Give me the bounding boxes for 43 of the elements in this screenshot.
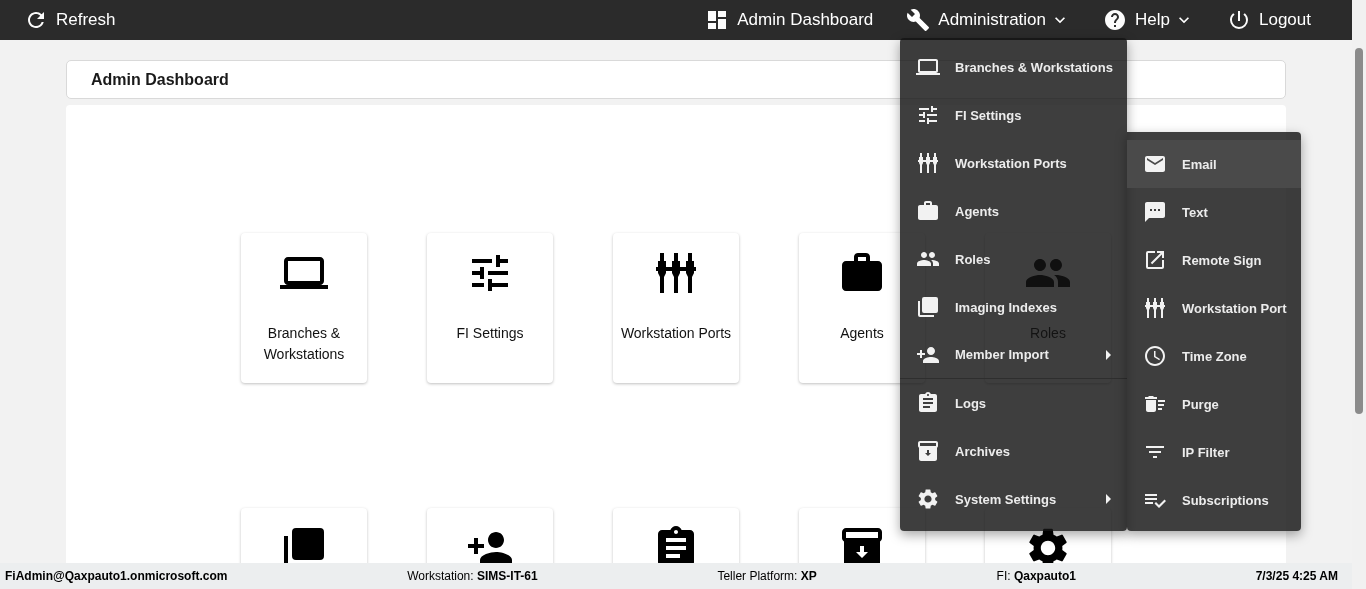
briefcase-icon bbox=[916, 199, 940, 223]
plugs-icon bbox=[1143, 296, 1167, 320]
submenu-arrow-icon bbox=[1106, 349, 1111, 360]
menu-item[interactable]: Workstation Port bbox=[1127, 284, 1301, 332]
menu-item[interactable]: Workstation Ports bbox=[900, 139, 1127, 187]
menu-item[interactable]: Purge bbox=[1127, 380, 1301, 428]
menu-item[interactable]: Branches & Workstations bbox=[900, 43, 1127, 91]
clock-icon bbox=[1143, 344, 1167, 368]
user-email: FiAdmin@Qaxpauto1.onmicrosoft.com bbox=[5, 569, 228, 583]
menu-item[interactable]: FI Settings bbox=[900, 91, 1127, 139]
nav-button[interactable]: Admin Dashboard bbox=[705, 0, 874, 40]
status-field: FI: Qaxpauto1 bbox=[996, 569, 1076, 583]
date-time: 7/3/25 4:25 AM bbox=[1255, 569, 1338, 583]
plugs-icon bbox=[916, 151, 940, 175]
menu-item[interactable]: Agents bbox=[900, 187, 1127, 235]
menu-item[interactable]: Archives bbox=[900, 427, 1127, 475]
menu-item[interactable]: Subscriptions bbox=[1127, 476, 1301, 524]
menu-item[interactable]: Remote Sign bbox=[1127, 236, 1301, 284]
refresh-button[interactable]: Refresh bbox=[24, 0, 116, 40]
power-icon bbox=[1227, 8, 1251, 32]
menu-item[interactable]: Time Zone bbox=[1127, 332, 1301, 380]
archive-icon bbox=[916, 439, 940, 463]
chat-icon bbox=[1143, 200, 1167, 224]
clipboard-icon bbox=[916, 391, 940, 415]
submenu-arrow-icon bbox=[1106, 494, 1111, 504]
nav-button[interactable]: Help bbox=[1103, 0, 1194, 40]
sliders-icon bbox=[916, 103, 940, 127]
help-icon bbox=[1103, 8, 1128, 32]
settings-icon bbox=[916, 487, 940, 511]
menu-item[interactable]: IP Filter bbox=[1127, 428, 1301, 476]
dashboard-tile[interactable]: FI Settings bbox=[427, 233, 553, 383]
page-title: Admin Dashboard bbox=[91, 70, 229, 89]
external-link-icon bbox=[1143, 248, 1167, 272]
status-field: Teller Platform: XP bbox=[717, 569, 817, 583]
menu-item[interactable]: Text bbox=[1127, 188, 1301, 236]
wrench-icon bbox=[906, 8, 931, 32]
dashboard-tile[interactable]: Workstation Ports bbox=[613, 233, 739, 383]
nav-button[interactable]: Administration bbox=[906, 0, 1071, 40]
menu-item[interactable]: System Settings bbox=[900, 475, 1127, 523]
dashboard-tile[interactable]: Branches & Workstations bbox=[241, 233, 367, 383]
menu-item[interactable]: Email bbox=[1127, 140, 1301, 188]
nav-button[interactable]: Logout bbox=[1227, 0, 1311, 40]
status-field: Workstation: SIMS-IT-61 bbox=[407, 569, 538, 583]
